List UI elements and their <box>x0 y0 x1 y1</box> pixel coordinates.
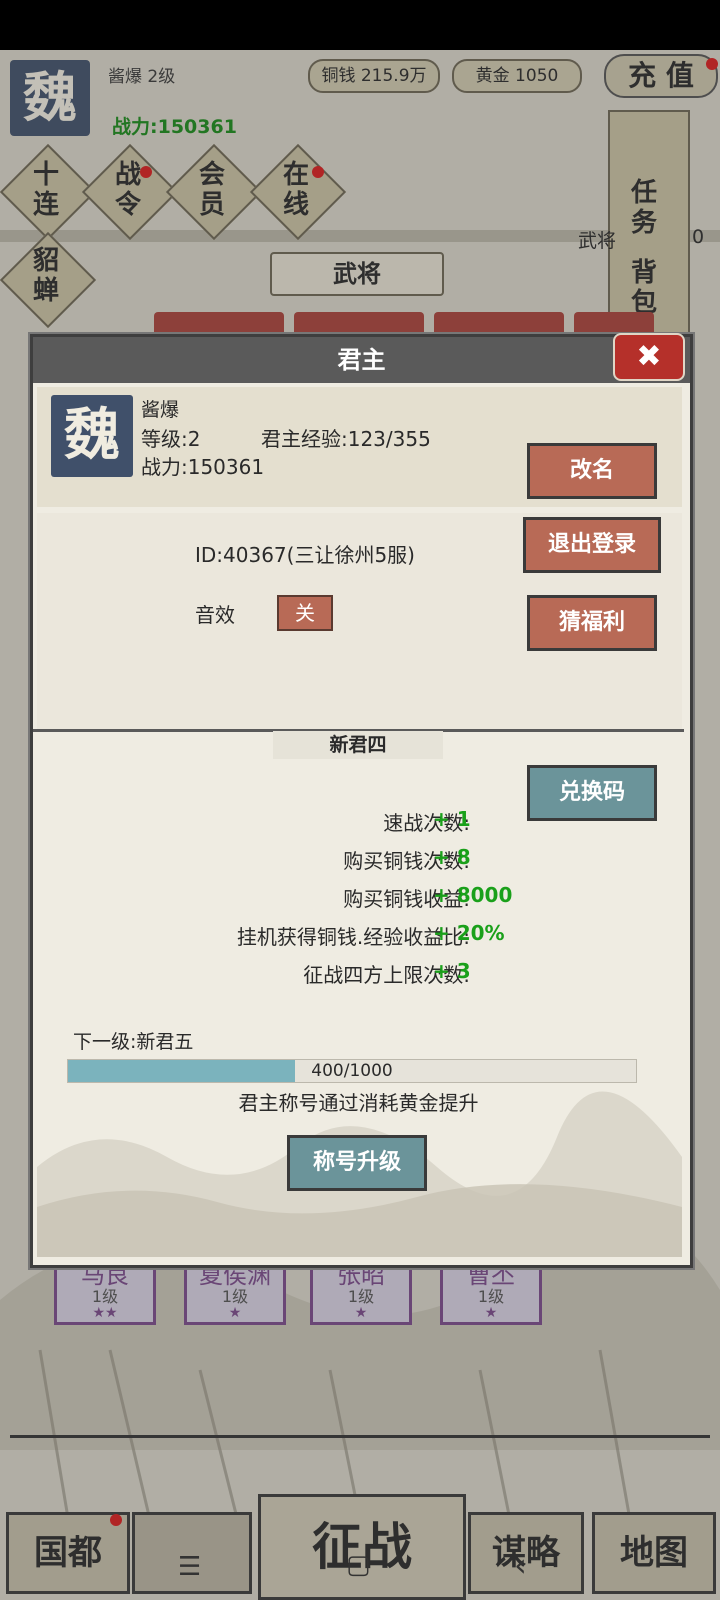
rename-button[interactable]: 改名 <box>527 443 657 499</box>
logout-button[interactable]: 退出登录 <box>523 517 661 573</box>
next-level-label: 下一级:新君五 <box>73 1031 194 1053</box>
redeem-code-button[interactable]: 兑换码 <box>527 765 657 821</box>
bonus-value: + 1 <box>433 807 471 831</box>
monarch-avatar: 魏 <box>51 395 133 477</box>
guess-welfare-button[interactable]: 猜福利 <box>527 595 657 651</box>
home-icon[interactable]: ▢ <box>346 1550 371 1580</box>
monarch-power: 战力:150361 <box>141 455 265 479</box>
rank-title: 新君四 <box>273 731 443 759</box>
upgrade-hint: 君主称号通过消耗黄金提升 <box>238 1091 479 1115</box>
system-navigation: ☰ ▢ ‹ <box>0 1540 720 1600</box>
bonus-value: + 20% <box>433 921 505 945</box>
back-icon[interactable]: ‹ <box>514 1546 527 1584</box>
status-bar <box>0 0 720 50</box>
bonus-value: + 8 <box>433 845 471 869</box>
menu-icon[interactable]: ☰ <box>178 1552 201 1582</box>
server-id: ID:40367(三让徐州5服) <box>195 543 415 567</box>
sound-label: 音效 <box>195 603 235 627</box>
close-button[interactable]: ✖ <box>613 333 685 381</box>
bonus-value: + 8000 <box>433 883 513 907</box>
monarch-dialog: 君主 ✖ 魏 酱爆 等级:2 君主经验:123/355 战力:150361 改名… <box>30 333 693 1268</box>
title-upgrade-button[interactable]: 称号升级 <box>287 1135 427 1191</box>
monarch-name: 酱爆 <box>141 399 180 421</box>
bonus-value: + 3 <box>433 959 471 983</box>
sound-toggle[interactable]: 关 <box>277 595 333 631</box>
monarch-level: 等级:2 <box>141 427 201 451</box>
monarch-exp: 君主经验:123/355 <box>261 427 431 451</box>
dialog-title: 君主 <box>33 337 690 383</box>
